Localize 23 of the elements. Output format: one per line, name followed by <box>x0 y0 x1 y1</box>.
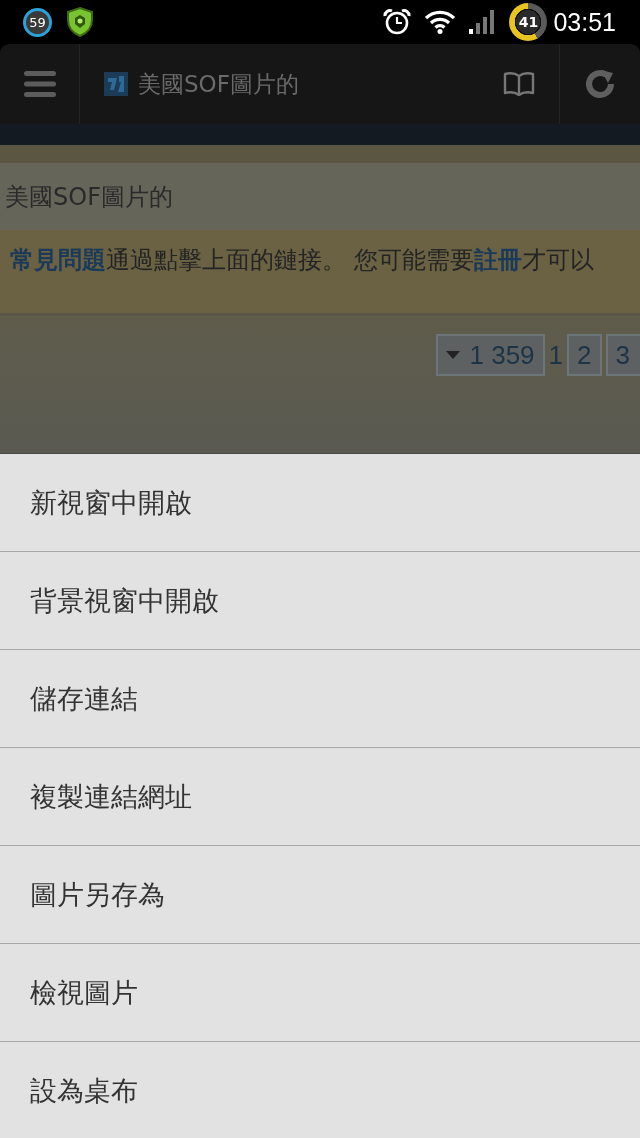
notification-count-badge: 59 <box>23 7 52 37</box>
menu-icon[interactable] <box>23 71 56 97</box>
context-menu-item[interactable]: 複製連結網址 <box>0 747 640 845</box>
context-menu-item[interactable]: 背景視窗中開啟 <box>0 551 640 649</box>
context-menu-item[interactable]: 新視窗中開啟 <box>0 454 640 551</box>
caret-down-icon <box>445 351 460 359</box>
current-page-number: 1 <box>548 338 564 372</box>
forum-title: 美國SOF圖片的 <box>5 181 173 213</box>
battery-badge: 41 <box>509 3 548 41</box>
wifi-icon <box>425 10 456 34</box>
notice-text: 常見問題通過點擊上面的鏈接。 您可能需要註冊才可以 <box>10 245 595 276</box>
refresh-icon[interactable] <box>584 68 616 100</box>
book-icon[interactable] <box>503 72 535 96</box>
clock-time: 03:51 <box>553 7 616 37</box>
alarm-clock-icon <box>383 9 412 35</box>
page-title: 美國SOF圖片的 <box>138 69 300 99</box>
context-menu-item[interactable]: 儲存連結 <box>0 649 640 747</box>
site-logo-icon <box>104 72 128 96</box>
context-menu-item[interactable]: 圖片另存為 <box>0 845 640 943</box>
context-menu-item[interactable]: 檢視圖片 <box>0 943 640 1041</box>
context-menu-item[interactable]: 設為桌布 <box>0 1041 640 1138</box>
shield-icon <box>66 7 94 37</box>
signal-strength-icon <box>469 10 496 34</box>
